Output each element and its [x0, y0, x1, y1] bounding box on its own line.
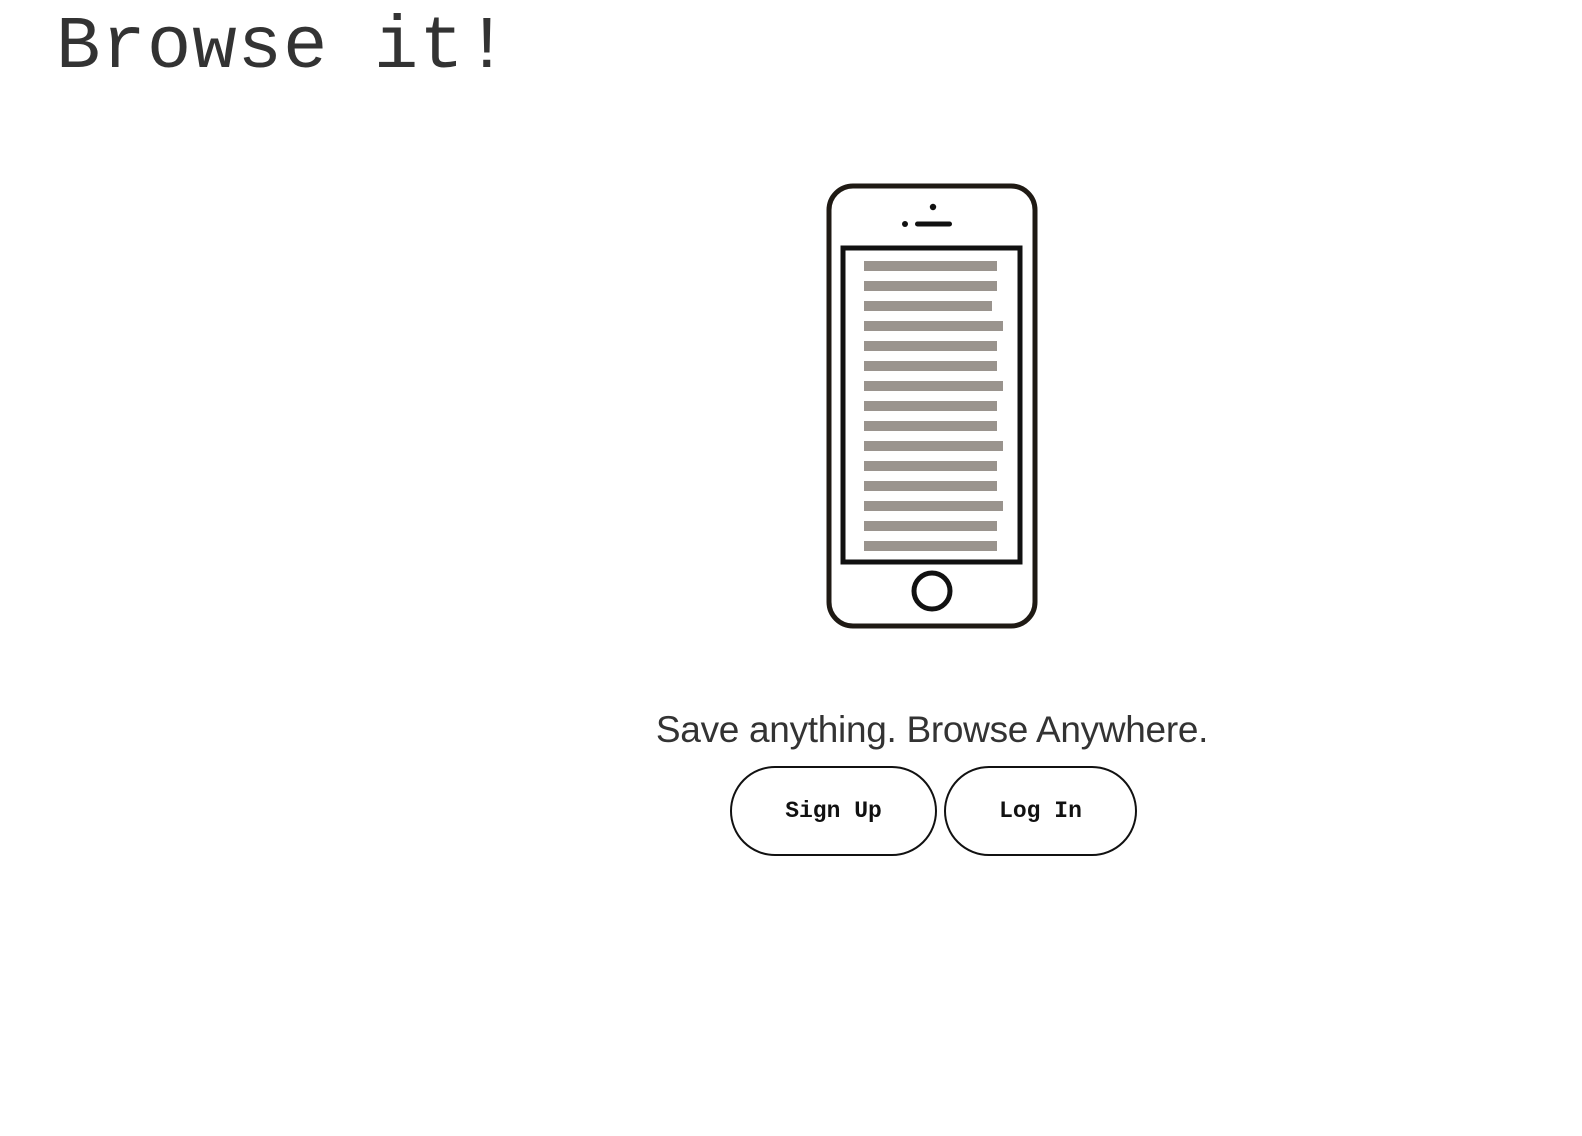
tagline: Save anything. Browse Anywhere. — [655, 709, 1209, 750]
landing-page: Browse it! Save anything. Browse Anywher… — [0, 0, 1582, 1136]
smartphone-reading-icon — [826, 183, 1038, 629]
app-title: Browse it! — [56, 6, 511, 90]
sign-up-button[interactable]: Sign Up — [730, 766, 937, 856]
log-in-button[interactable]: Log In — [944, 766, 1137, 856]
